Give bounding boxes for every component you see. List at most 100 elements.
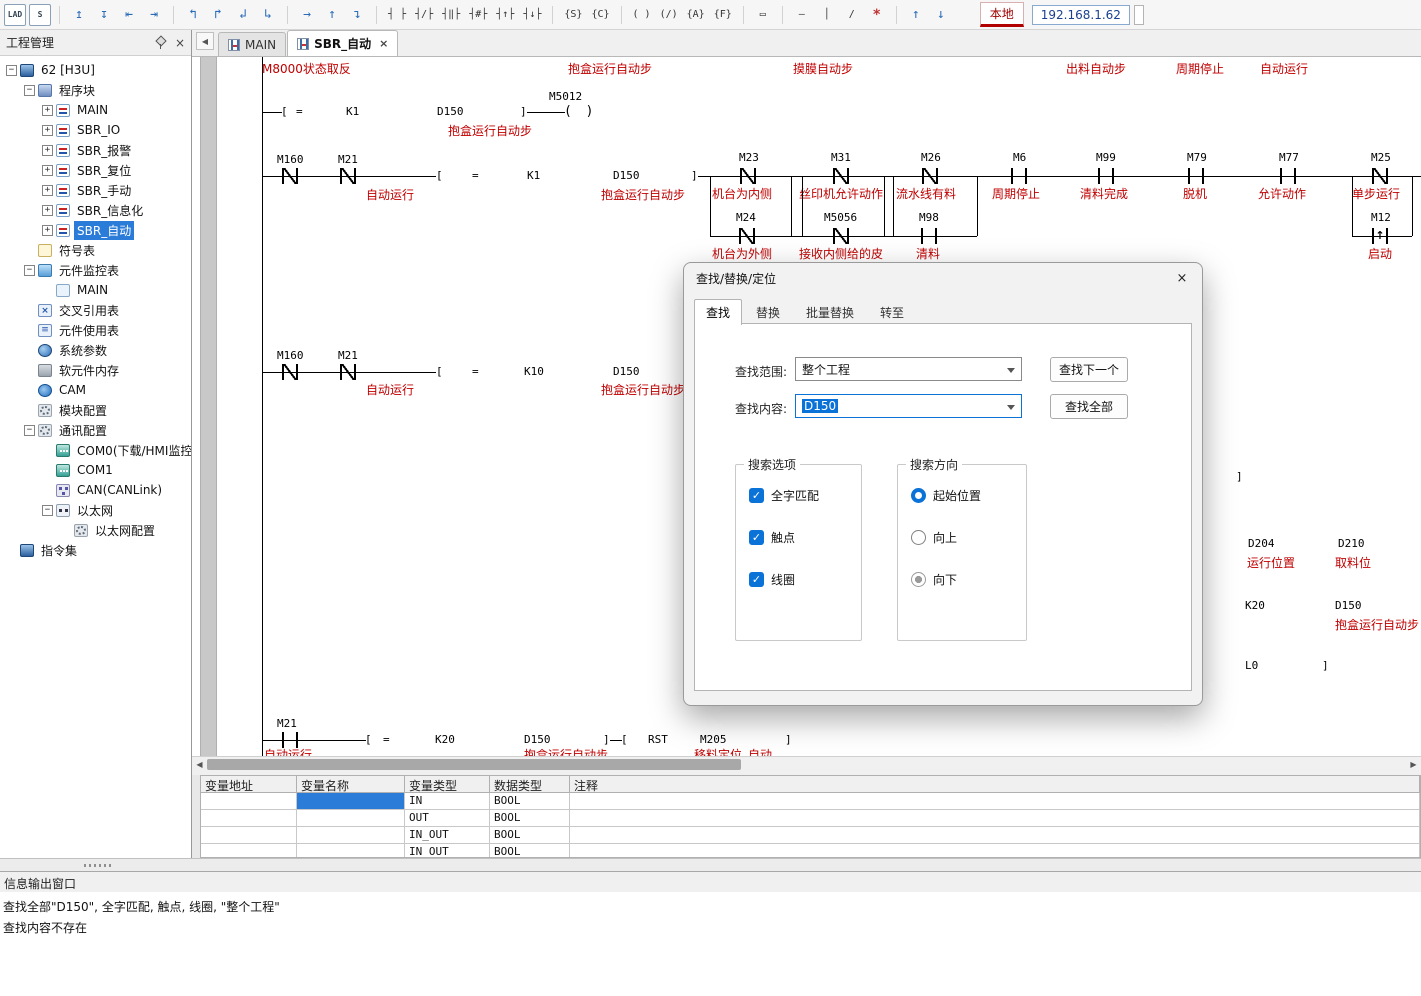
table-cell[interactable] — [570, 827, 1420, 844]
device-label[interactable]: ] — [785, 733, 792, 746]
comment-button[interactable]: ▭ — [752, 4, 774, 26]
device-label[interactable]: ] — [520, 105, 527, 118]
device-label[interactable]: M160 — [277, 349, 304, 362]
table-cell[interactable] — [201, 793, 297, 810]
tree-item-以太网配置[interactable]: 以太网配置 — [0, 520, 191, 540]
device-label[interactable]: ] — [1236, 470, 1243, 483]
device-label[interactable]: M160 — [277, 153, 304, 166]
expander-icon[interactable]: + — [42, 225, 53, 236]
device-label[interactable]: M205 — [700, 733, 727, 746]
device-label[interactable]: M25 — [1371, 151, 1391, 164]
expander-icon[interactable]: + — [42, 145, 53, 156]
table-cell[interactable]: IN_OUT — [405, 844, 490, 858]
contact-nc[interactable] — [1369, 168, 1391, 184]
contact-nc[interactable] — [279, 364, 301, 380]
device-label[interactable]: = — [472, 169, 479, 182]
branch-close-button[interactable]: ↱ — [207, 4, 229, 26]
option-全字匹配[interactable]: ✓全字匹配 — [749, 487, 819, 504]
expander-icon[interactable]: − — [6, 65, 17, 76]
tree-item-程序块[interactable]: −程序块 — [0, 80, 191, 100]
device-label[interactable]: M21 — [277, 717, 297, 730]
contact-rising[interactable]: ↑ — [1369, 228, 1391, 244]
table-cell[interactable] — [297, 793, 405, 810]
checkbox-checked-icon[interactable]: ✓ — [749, 530, 764, 545]
horizontal-line-button[interactable]: — — [791, 4, 813, 26]
column-header-变量类型[interactable]: 变量类型 — [405, 776, 490, 793]
tree-item-SBR_报警[interactable]: +SBR_报警 — [0, 140, 191, 160]
tree-item-SBR_复位[interactable]: +SBR_复位 — [0, 160, 191, 180]
radio-icon[interactable] — [911, 530, 926, 545]
device-label[interactable]: = — [383, 733, 390, 746]
tree-item-CAN(CANLink)[interactable]: CAN(CANLink) — [0, 480, 191, 500]
insert-row-button[interactable]: ↥ — [68, 4, 90, 26]
table-cell[interactable] — [570, 810, 1420, 827]
find-combobox[interactable]: D150 — [795, 394, 1022, 418]
splitter-handle[interactable] — [84, 864, 114, 867]
table-cell[interactable] — [201, 844, 297, 858]
direction-向上[interactable]: 向上 — [911, 529, 957, 546]
function-block-button[interactable]: {F} — [711, 4, 735, 26]
device-label[interactable]: K10 — [524, 365, 544, 378]
delete-column-button[interactable]: ⇥ — [143, 4, 165, 26]
checkbox-checked-icon[interactable]: ✓ — [749, 572, 764, 587]
checkbox-checked-icon[interactable]: ✓ — [749, 488, 764, 503]
device-label[interactable]: D150 — [437, 105, 464, 118]
device-label[interactable]: M21 — [338, 349, 358, 362]
insert-column-button[interactable]: ⇤ — [118, 4, 140, 26]
tree-item-CAM[interactable]: CAM — [0, 380, 191, 400]
table-cell[interactable]: IN_OUT — [405, 827, 490, 844]
diagonal-line-button[interactable]: / — [841, 4, 863, 26]
expander-icon[interactable]: − — [24, 425, 35, 436]
device-label[interactable]: M5012 — [549, 90, 582, 103]
device-label[interactable]: D150 — [613, 169, 640, 182]
column-header-数据类型[interactable]: 数据类型 — [490, 776, 570, 793]
wire-bend-button[interactable]: ↴ — [346, 4, 368, 26]
device-label[interactable]: M99 — [1096, 151, 1116, 164]
ladder-view-button[interactable]: LAD — [4, 4, 26, 26]
close-icon[interactable]: × — [175, 36, 185, 50]
tree-item-模块配置[interactable]: 模块配置 — [0, 400, 191, 420]
expander-icon[interactable]: + — [42, 205, 53, 216]
device-label[interactable]: D150 — [1335, 599, 1362, 612]
tree-item-SBR_信息化[interactable]: +SBR_信息化 — [0, 200, 191, 220]
device-label[interactable]: D204 — [1248, 537, 1275, 550]
scope-combobox[interactable]: 整个工程 — [795, 357, 1022, 381]
device-label[interactable]: M12 — [1371, 211, 1391, 224]
tree-item-COM0(下载/HMI监控)[interactable]: COM0(下载/HMI监控) — [0, 440, 191, 460]
contact-nc[interactable] — [919, 168, 941, 184]
pin-icon[interactable] — [155, 36, 165, 49]
scrollbar-thumb[interactable] — [207, 759, 741, 770]
rung-down-button[interactable]: ↳ — [257, 4, 279, 26]
device-label[interactable]: D150 — [613, 365, 640, 378]
table-cell[interactable]: BOOL — [490, 844, 570, 858]
tree-item-SBR_手动[interactable]: +SBR_手动 — [0, 180, 191, 200]
expander-icon[interactable]: − — [24, 85, 35, 96]
tree-item-元件监控表[interactable]: −元件监控表 — [0, 260, 191, 280]
tree-item-62 [H3U][interactable]: −62 [H3U] — [0, 60, 191, 80]
expander-icon[interactable]: + — [42, 185, 53, 196]
panel-splitter[interactable] — [0, 858, 1421, 872]
chevron-down-icon[interactable] — [1007, 368, 1015, 373]
table-cell[interactable]: OUT — [405, 810, 490, 827]
contact-no[interactable] — [1008, 168, 1030, 184]
table-cell[interactable] — [297, 827, 405, 844]
device-label[interactable]: [ — [436, 365, 443, 378]
contact-nc[interactable] — [830, 228, 852, 244]
table-cell[interactable]: BOOL — [490, 827, 570, 844]
find-all-button[interactable]: 查找全部 — [1050, 394, 1128, 419]
dialog-tab-批量替换[interactable]: 批量替换 — [794, 299, 866, 325]
tree-item-SBR_自动[interactable]: +SBR_自动 — [0, 220, 191, 240]
column-header-变量地址[interactable]: 变量地址 — [201, 776, 297, 793]
contact-parallel-no-button[interactable]: ┤‖├ — [439, 4, 463, 26]
plc-ip-field[interactable]: 192.168.1.62 — [1032, 5, 1130, 25]
device-label[interactable]: M98 — [919, 211, 939, 224]
device-label[interactable]: D150 — [524, 733, 551, 746]
expander-icon[interactable]: + — [42, 105, 53, 116]
device-label[interactable]: M21 — [338, 153, 358, 166]
table-cell[interactable] — [297, 844, 405, 858]
device-label[interactable]: M24 — [736, 211, 756, 224]
expander-icon[interactable]: + — [42, 125, 53, 136]
device-label[interactable]: = — [296, 105, 303, 118]
delete-line-button[interactable]: * — [866, 4, 888, 26]
device-label[interactable]: M31 — [831, 151, 851, 164]
